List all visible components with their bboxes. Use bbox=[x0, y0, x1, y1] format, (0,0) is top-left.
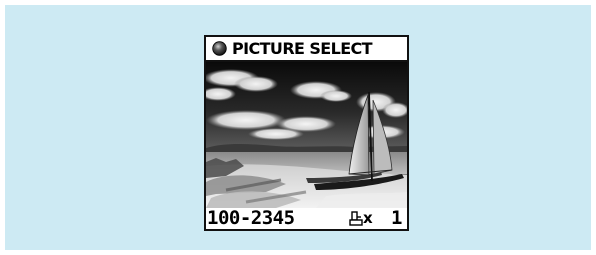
beach-sailboat-photo[interactable] bbox=[206, 62, 407, 208]
times-mark: x bbox=[363, 209, 373, 227]
print-count: 1 bbox=[391, 207, 403, 229]
filled-circle-bullet-icon bbox=[212, 41, 227, 56]
status-bar: 100-2345 x 1 bbox=[206, 208, 407, 229]
print-order-icon bbox=[349, 211, 363, 226]
frame-number: 100-2345 bbox=[207, 207, 295, 229]
screen-title: PICTURE SELECT bbox=[232, 38, 373, 58]
lcd-screen: PICTURE SELECT 100-2345 x 1 bbox=[204, 35, 409, 231]
background-panel: PICTURE SELECT 100-2345 x 1 bbox=[5, 5, 591, 250]
title-bar: PICTURE SELECT bbox=[206, 37, 407, 62]
page: PICTURE SELECT 100-2345 x 1 bbox=[0, 0, 596, 255]
